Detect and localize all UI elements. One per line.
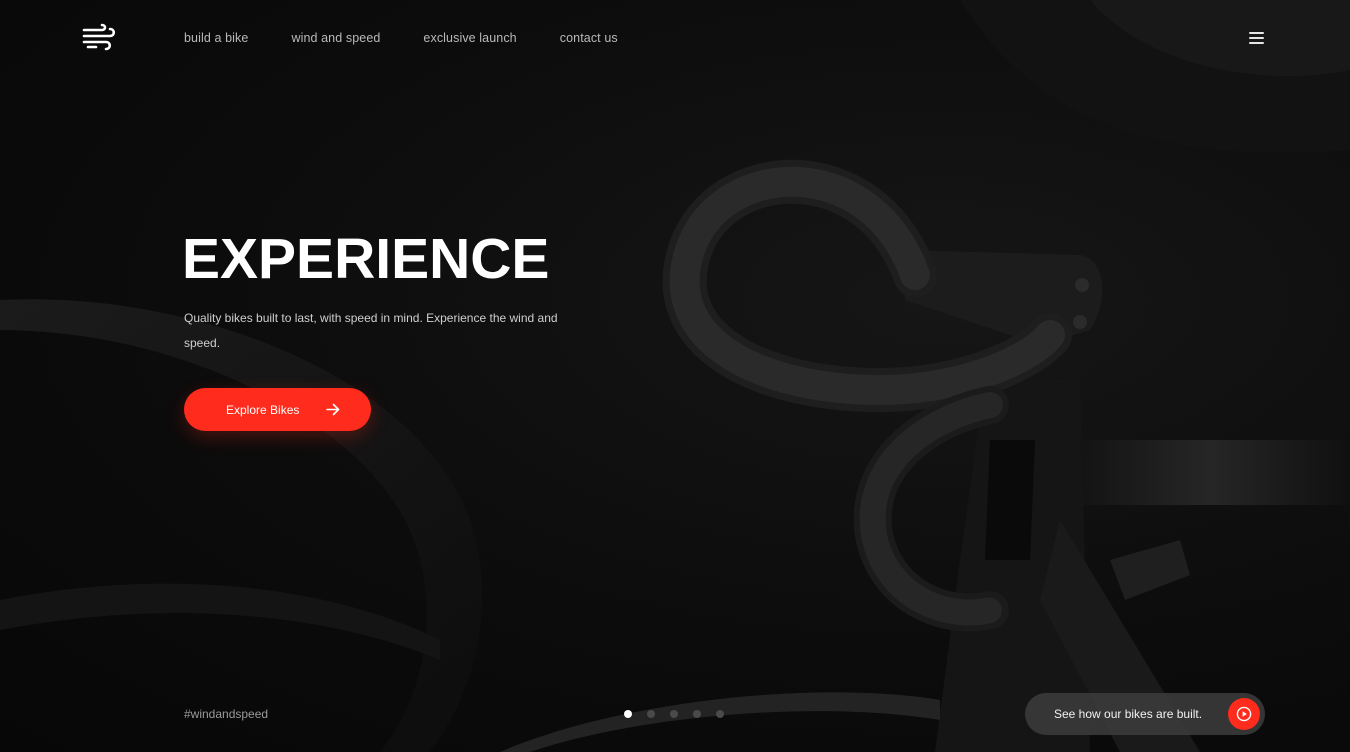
slider-dot-2[interactable] [647, 710, 655, 718]
play-circle-icon[interactable] [1228, 698, 1260, 730]
hero-description: Quality bikes built to last, with speed … [184, 311, 558, 350]
arrow-right-icon [326, 403, 340, 416]
nav-link-build-a-bike[interactable]: build a bike [184, 30, 248, 46]
slider-dots [624, 710, 739, 718]
nav-link-wind-and-speed[interactable]: wind and speed [291, 30, 380, 46]
menu-line [1249, 37, 1264, 39]
explore-bikes-label: Explore Bikes [226, 402, 300, 417]
play-icon [1236, 706, 1252, 722]
slider-dot-1[interactable] [624, 710, 632, 718]
explore-bikes-button[interactable]: Explore Bikes [184, 388, 371, 431]
bike-handlebar-image [0, 0, 1350, 752]
watch-video-label: See how our bikes are built. [1054, 707, 1203, 721]
slider-dot-5[interactable] [716, 710, 724, 718]
menu-line [1249, 32, 1264, 34]
hero-title: EXPERIENCE [182, 227, 550, 291]
slider-dot-4[interactable] [693, 710, 701, 718]
hashtag-label: #windandspeed [184, 707, 269, 721]
wind-logo-icon[interactable] [82, 22, 116, 52]
menu-line [1249, 42, 1264, 44]
hero-page: build a bike wind and speed exclusive la… [0, 0, 1350, 752]
nav-link-contact-us[interactable]: contact us [560, 30, 618, 46]
hamburger-menu-icon[interactable] [1249, 32, 1264, 44]
slider-dot-3[interactable] [670, 710, 678, 718]
nav-link-exclusive-launch[interactable]: exclusive launch [423, 30, 516, 46]
main-nav: build a bike wind and speed exclusive la… [184, 30, 661, 46]
watch-video-button[interactable]: See how our bikes are built. [1025, 693, 1265, 735]
